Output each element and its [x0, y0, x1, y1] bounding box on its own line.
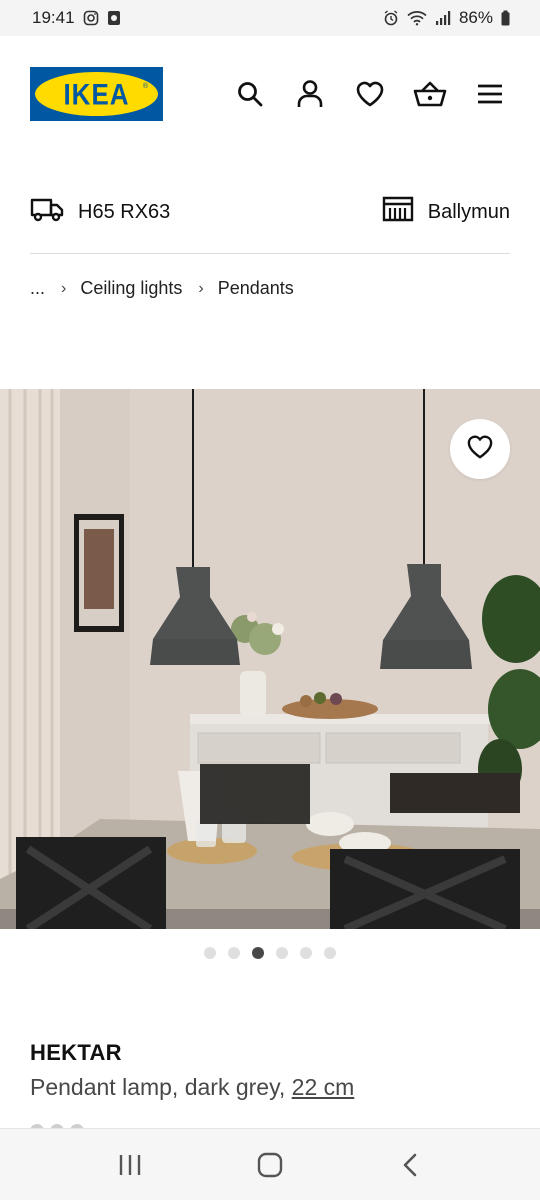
status-time: 19:41 — [32, 8, 75, 27]
carousel-dot[interactable] — [276, 947, 288, 959]
add-to-wishlist-button[interactable] — [450, 419, 510, 479]
site-header: IKEA ® — [0, 36, 540, 150]
breadcrumb-ellipsis[interactable]: ... — [30, 278, 45, 299]
store-selector-button[interactable]: Ballymun — [382, 196, 510, 228]
chevron-right-icon: › — [61, 279, 67, 297]
ikea-logo[interactable]: IKEA ® — [30, 67, 163, 121]
wifi-icon — [407, 10, 427, 26]
basket-icon[interactable] — [410, 78, 450, 110]
logo-oval: IKEA ® — [35, 72, 158, 116]
account-icon[interactable] — [290, 78, 330, 110]
chevron-right-icon: › — [198, 279, 204, 297]
product-description: Pendant lamp, dark grey, 22 cm — [30, 1074, 354, 1101]
app-icon — [107, 10, 121, 26]
system-nav-bar — [0, 1128, 540, 1200]
product-description-text: Pendant lamp, dark grey, — [30, 1074, 292, 1100]
menu-icon[interactable] — [470, 78, 510, 110]
carousel-dot[interactable] — [204, 947, 216, 959]
header-actions — [230, 78, 510, 110]
signal-icon — [435, 10, 451, 26]
carousel-dot[interactable] — [300, 947, 312, 959]
delivery-postcode: H65 RX63 — [78, 200, 171, 223]
product-size-link[interactable]: 22 cm — [292, 1074, 355, 1100]
heart-icon — [466, 434, 494, 465]
image-carousel-dots — [0, 947, 540, 959]
status-bar: 19:41 86% — [0, 0, 540, 36]
logo-text: IKEA — [63, 76, 130, 111]
alarm-icon — [383, 10, 399, 26]
store-name: Ballymun — [427, 200, 510, 223]
breadcrumb: ... › Ceiling lights › Pendants — [30, 278, 294, 299]
store-icon — [382, 196, 414, 228]
breadcrumb-item-pendants[interactable]: Pendants — [218, 278, 294, 299]
location-row: H65 RX63 Ballymun — [30, 192, 510, 232]
carousel-dot[interactable] — [324, 947, 336, 959]
logo-registered: ® — [142, 83, 148, 90]
breadcrumb-item-ceiling-lights[interactable]: Ceiling lights — [80, 278, 182, 299]
recent-apps-icon[interactable] — [100, 1135, 160, 1195]
product-name: HEKTAR — [30, 1040, 122, 1065]
wishlist-heart-icon[interactable] — [350, 78, 390, 110]
carousel-dot[interactable] — [228, 947, 240, 959]
delivery-truck-icon — [30, 196, 64, 228]
home-icon[interactable] — [240, 1135, 300, 1195]
delivery-postcode-button[interactable]: H65 RX63 — [30, 196, 170, 228]
battery-icon — [501, 10, 510, 26]
carousel-dot[interactable] — [252, 947, 264, 959]
back-icon[interactable] — [380, 1135, 440, 1195]
search-icon[interactable] — [230, 78, 270, 110]
header-divider — [30, 253, 510, 254]
battery-percent: 86% — [458, 8, 493, 27]
instagram-icon — [83, 10, 99, 26]
